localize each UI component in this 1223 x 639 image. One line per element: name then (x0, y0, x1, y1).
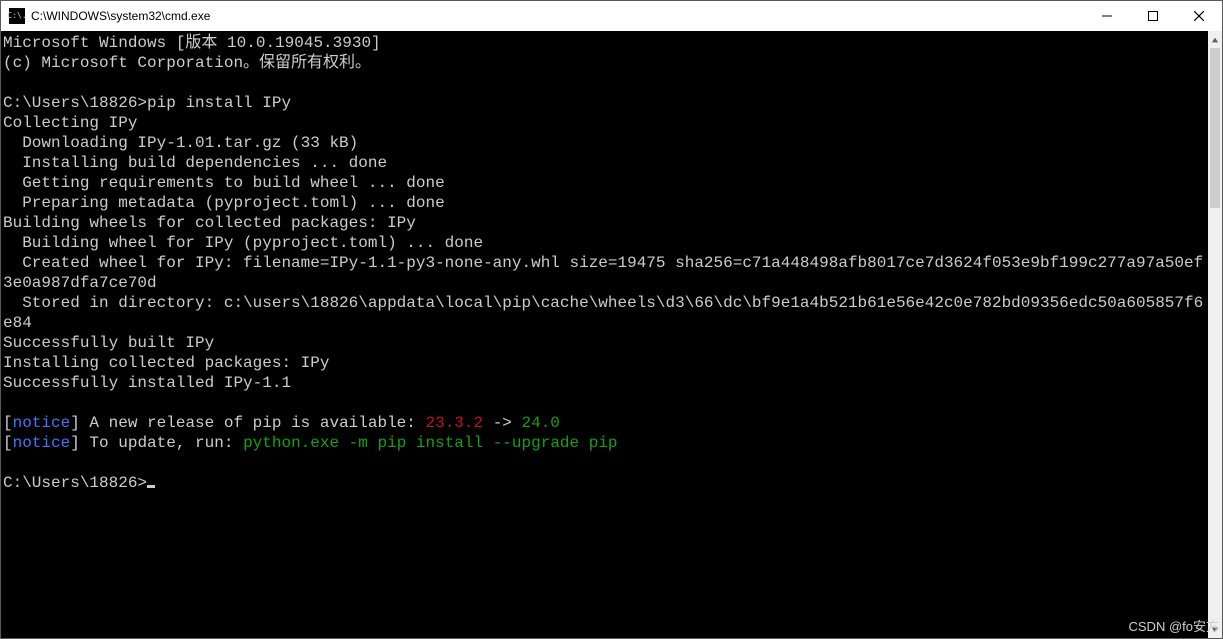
notice-text: To update, run: (80, 434, 243, 452)
prompt-path: C:\Users\18826> (3, 474, 147, 492)
output-line: Successfully built IPy (3, 334, 214, 352)
vertical-scrollbar[interactable] (1208, 31, 1222, 638)
notice-text: A new release of pip is available: (80, 414, 426, 432)
window-title: C:\WINDOWS\system32\cmd.exe (31, 9, 210, 23)
notice-bracket: [ (3, 434, 13, 452)
output-line: Created wheel for IPy: filename=IPy-1.1-… (3, 254, 1203, 292)
minimize-button[interactable] (1084, 1, 1130, 31)
output-line: Getting requirements to build wheel ... … (3, 174, 445, 192)
cmd-icon: C:\. (9, 8, 25, 24)
cursor-icon (147, 485, 155, 488)
copyright-line: (c) Microsoft Corporation。保留所有权利。 (3, 54, 371, 72)
output-line: Downloading IPy-1.01.tar.gz (33 kB) (3, 134, 358, 152)
terminal-area: Microsoft Windows [版本 10.0.19045.3930] (… (1, 31, 1222, 638)
maximize-button[interactable] (1130, 1, 1176, 31)
header-line: Microsoft Windows [版本 10.0.19045.3930] (3, 34, 381, 52)
prompt-command: pip install IPy (147, 94, 291, 112)
output-line: Preparing metadata (pyproject.toml) ... … (3, 194, 445, 212)
arrow: -> (483, 414, 521, 432)
output-line: Installing collected packages: IPy (3, 354, 329, 372)
prompt-path: C:\Users\18826> (3, 94, 147, 112)
scroll-thumb[interactable] (1210, 48, 1220, 208)
titlebar[interactable]: C:\. C:\WINDOWS\system32\cmd.exe (1, 1, 1222, 31)
notice-bracket: ] (70, 414, 80, 432)
close-button[interactable] (1176, 1, 1222, 31)
terminal-output[interactable]: Microsoft Windows [版本 10.0.19045.3930] (… (1, 31, 1208, 638)
scroll-down-arrow-icon[interactable] (1208, 621, 1222, 638)
output-line: Building wheel for IPy (pyproject.toml) … (3, 234, 483, 252)
cmd-window: C:\. C:\WINDOWS\system32\cmd.exe Microso… (0, 0, 1223, 639)
notice-tag: notice (13, 434, 71, 452)
scroll-track[interactable] (1208, 48, 1222, 621)
notice-tag: notice (13, 414, 71, 432)
output-line: Stored in directory: c:\users\18826\appd… (3, 294, 1203, 332)
output-line: Building wheels for collected packages: … (3, 214, 416, 232)
output-line: Successfully installed IPy-1.1 (3, 374, 291, 392)
pip-new-version: 24.0 (522, 414, 560, 432)
scroll-up-arrow-icon[interactable] (1208, 31, 1222, 48)
upgrade-command: python.exe -m pip install --upgrade pip (243, 434, 617, 452)
pip-old-version: 23.3.2 (425, 414, 483, 432)
output-line: Collecting IPy (3, 114, 137, 132)
notice-bracket: [ (3, 414, 13, 432)
notice-bracket: ] (70, 434, 80, 452)
output-line: Installing build dependencies ... done (3, 154, 387, 172)
